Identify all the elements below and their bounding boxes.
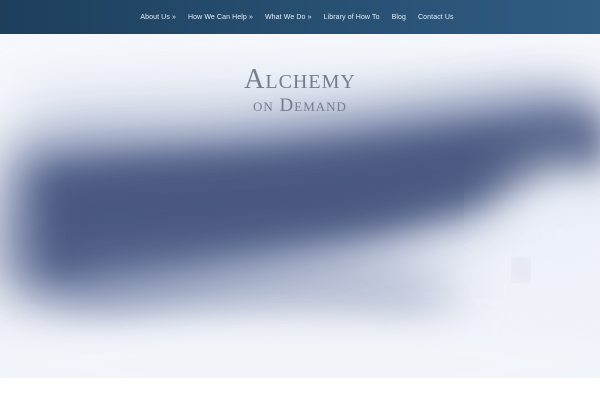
site-logo[interactable]: Alchemy on Demand (0, 64, 600, 116)
nav-item-about-us[interactable]: About Us » (140, 14, 182, 21)
nav-item-what-we-do[interactable]: What We Do » (259, 14, 318, 21)
top-navigation-bar: About Us » How We Can Help » What We Do … (0, 0, 600, 34)
nav-item-library-of-how-to[interactable]: Library of How To (318, 14, 386, 21)
logo-line-on-demand: on Demand (253, 95, 347, 116)
logo-line-alchemy: Alchemy (244, 64, 356, 95)
page-bottom-strip (0, 378, 600, 400)
nav-item-contact-us[interactable]: Contact Us (412, 14, 460, 21)
nav-item-how-we-can-help[interactable]: How We Can Help » (182, 14, 259, 21)
nav-item-blog[interactable]: Blog (386, 14, 412, 21)
page: About Us » How We Can Help » What We Do … (0, 0, 600, 400)
main-menu: About Us » How We Can Help » What We Do … (0, 0, 600, 34)
